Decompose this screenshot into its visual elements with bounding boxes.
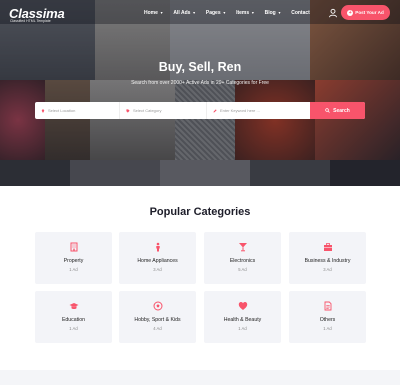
hero-headline: Buy, Sell, Ren	[158, 60, 242, 74]
category-select[interactable]: Select Category	[120, 102, 207, 119]
search-icon	[325, 108, 330, 113]
location-select[interactable]: Select Location	[35, 102, 120, 119]
category-name: Business & Industry	[304, 258, 351, 264]
nav-item-items[interactable]: Items ▼	[236, 10, 255, 16]
graduation-cap-icon	[69, 303, 78, 310]
nav-label: All Ads	[173, 10, 191, 16]
category-count: 3 Ad	[323, 267, 332, 272]
chevron-down-icon: ▼	[251, 11, 255, 15]
hero-banner	[0, 0, 400, 186]
nav-item-home[interactable]: Home ▼	[144, 10, 163, 16]
pencil-icon	[213, 108, 217, 112]
category-count: 1 Ad	[69, 267, 78, 272]
user-icon[interactable]	[328, 8, 338, 18]
tag-icon	[126, 108, 130, 113]
category-card-business-industry[interactable]: Business & Industry 3 Ad	[289, 232, 366, 284]
category-placeholder: Select Category	[133, 108, 162, 113]
map-pin-icon	[41, 108, 45, 113]
chevron-down-icon: ▼	[222, 11, 227, 15]
category-card-property[interactable]: Property 1 Ad	[35, 232, 112, 284]
category-count: 3 Ad	[153, 267, 162, 272]
chevron-down-icon: ▼	[277, 11, 282, 15]
nav-item-pages[interactable]: Pages ▼	[206, 10, 226, 16]
document-icon	[324, 301, 331, 311]
person-icon	[155, 242, 160, 252]
heart-icon	[238, 302, 247, 310]
category-count: 1 Ad	[323, 326, 332, 331]
cocktail-icon	[238, 243, 247, 252]
logo-tagline: Classified HTML Template	[10, 19, 51, 23]
nav-label: Items	[236, 10, 250, 16]
nav-item-all-ads[interactable]: All Ads ▼	[173, 10, 196, 16]
hero-subline: Search from over 2000+ Active Ads in 29+…	[131, 80, 269, 86]
category-count: 5 Ad	[238, 267, 247, 272]
category-card-hobby-sport-kids[interactable]: Hobby, Sport & Kids 4 Ad	[119, 291, 196, 343]
category-name: Health & Beauty	[223, 317, 262, 323]
main-nav: Home ▼ All Ads ▼ Pages ▼ Items ▼ Blog ▼ Conta…	[144, 10, 320, 16]
category-count: 1 Ad	[238, 326, 247, 331]
briefcase-icon	[323, 243, 332, 251]
category-name: Hobby, Sport & Kids	[134, 317, 181, 323]
nav-label: Contact	[291, 10, 310, 16]
soccer-ball-icon	[153, 301, 162, 311]
plus-icon: +	[347, 9, 354, 16]
next-section-edge	[0, 370, 400, 385]
search-button[interactable]: Search	[310, 102, 365, 119]
search-button-label: Search	[333, 107, 350, 114]
nav-label: Pages	[205, 10, 221, 16]
nav-item-contact[interactable]: Contact	[291, 10, 310, 16]
category-card-health-beauty[interactable]: Health & Beauty 1 Ad	[204, 291, 281, 343]
category-card-electronics[interactable]: Electronics 5 Ad	[204, 232, 281, 284]
category-name: Home Appliances	[137, 258, 178, 264]
category-count: 4 Ad	[153, 326, 162, 331]
search-bar: Select Location Select Category Enter Ke…	[35, 102, 365, 119]
nav-item-blog[interactable]: Blog ▼	[265, 10, 282, 16]
post-ad-label: Post Your Ad	[355, 10, 384, 15]
nav-label: Blog	[264, 10, 276, 16]
chevron-down-icon: ▼	[192, 11, 196, 15]
keyword-input[interactable]: Enter Keyword here ...	[207, 102, 310, 119]
keyword-placeholder: Enter Keyword here ...	[220, 108, 260, 113]
hero-overlay	[0, 0, 400, 186]
chevron-down-icon: ▼	[159, 11, 164, 15]
category-name: Property	[63, 258, 84, 264]
categories-title: Popular Categories	[149, 206, 251, 218]
category-card-education[interactable]: Education 1 Ad	[35, 291, 112, 343]
category-name: Education	[61, 317, 86, 323]
location-placeholder: Select Location	[48, 108, 76, 113]
nav-label: Home	[144, 10, 158, 16]
category-card-others[interactable]: Others 1 Ad	[289, 291, 366, 343]
building-icon	[70, 242, 77, 252]
category-count: 1 Ad	[69, 326, 78, 331]
category-card-home-appliances[interactable]: Home Appliances 3 Ad	[119, 232, 196, 284]
category-name: Electronics	[229, 258, 256, 264]
post-ad-button[interactable]: + Post Your Ad	[341, 5, 390, 20]
category-name: Others	[319, 317, 336, 323]
